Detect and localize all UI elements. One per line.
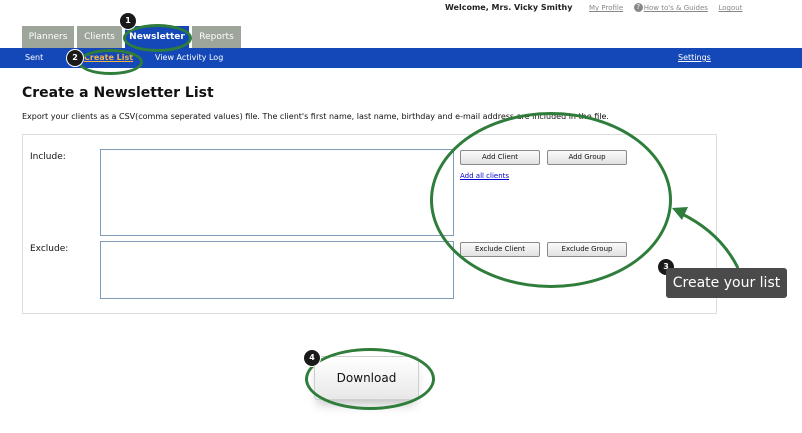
- highlight-ring-create-list: [78, 49, 143, 75]
- exclude-label: Exclude:: [30, 244, 69, 254]
- include-list[interactable]: [100, 149, 454, 236]
- highlight-ring-download: [305, 348, 435, 410]
- my-profile-link[interactable]: My Profile: [589, 4, 623, 12]
- header-links: Welcome, Mrs. Vicky Smithy My Profile ? H…: [445, 3, 750, 12]
- create-list-tooltip: Create your list: [666, 268, 787, 298]
- step-marker-1: 1: [119, 12, 137, 30]
- tab-reports[interactable]: Reports: [192, 26, 241, 48]
- page-title: Create a Newsletter List: [22, 85, 214, 101]
- logout-link[interactable]: Logout: [719, 4, 743, 12]
- tab-planners[interactable]: Planners: [22, 26, 74, 48]
- guides-link[interactable]: How to's & Guides: [644, 4, 708, 12]
- exclude-list[interactable]: [100, 241, 454, 299]
- subnav-sent[interactable]: Sent: [25, 48, 43, 68]
- highlight-ring-buttons: [430, 112, 672, 288]
- step-marker-2: 2: [66, 49, 84, 67]
- welcome-text: Welcome, Mrs. Vicky Smithy: [445, 3, 573, 12]
- help-icon: ?: [633, 3, 643, 12]
- include-label: Include:: [30, 152, 66, 162]
- subnav-settings[interactable]: Settings: [678, 48, 711, 68]
- tab-clients[interactable]: Clients: [77, 26, 122, 48]
- step-marker-4: 4: [303, 349, 321, 367]
